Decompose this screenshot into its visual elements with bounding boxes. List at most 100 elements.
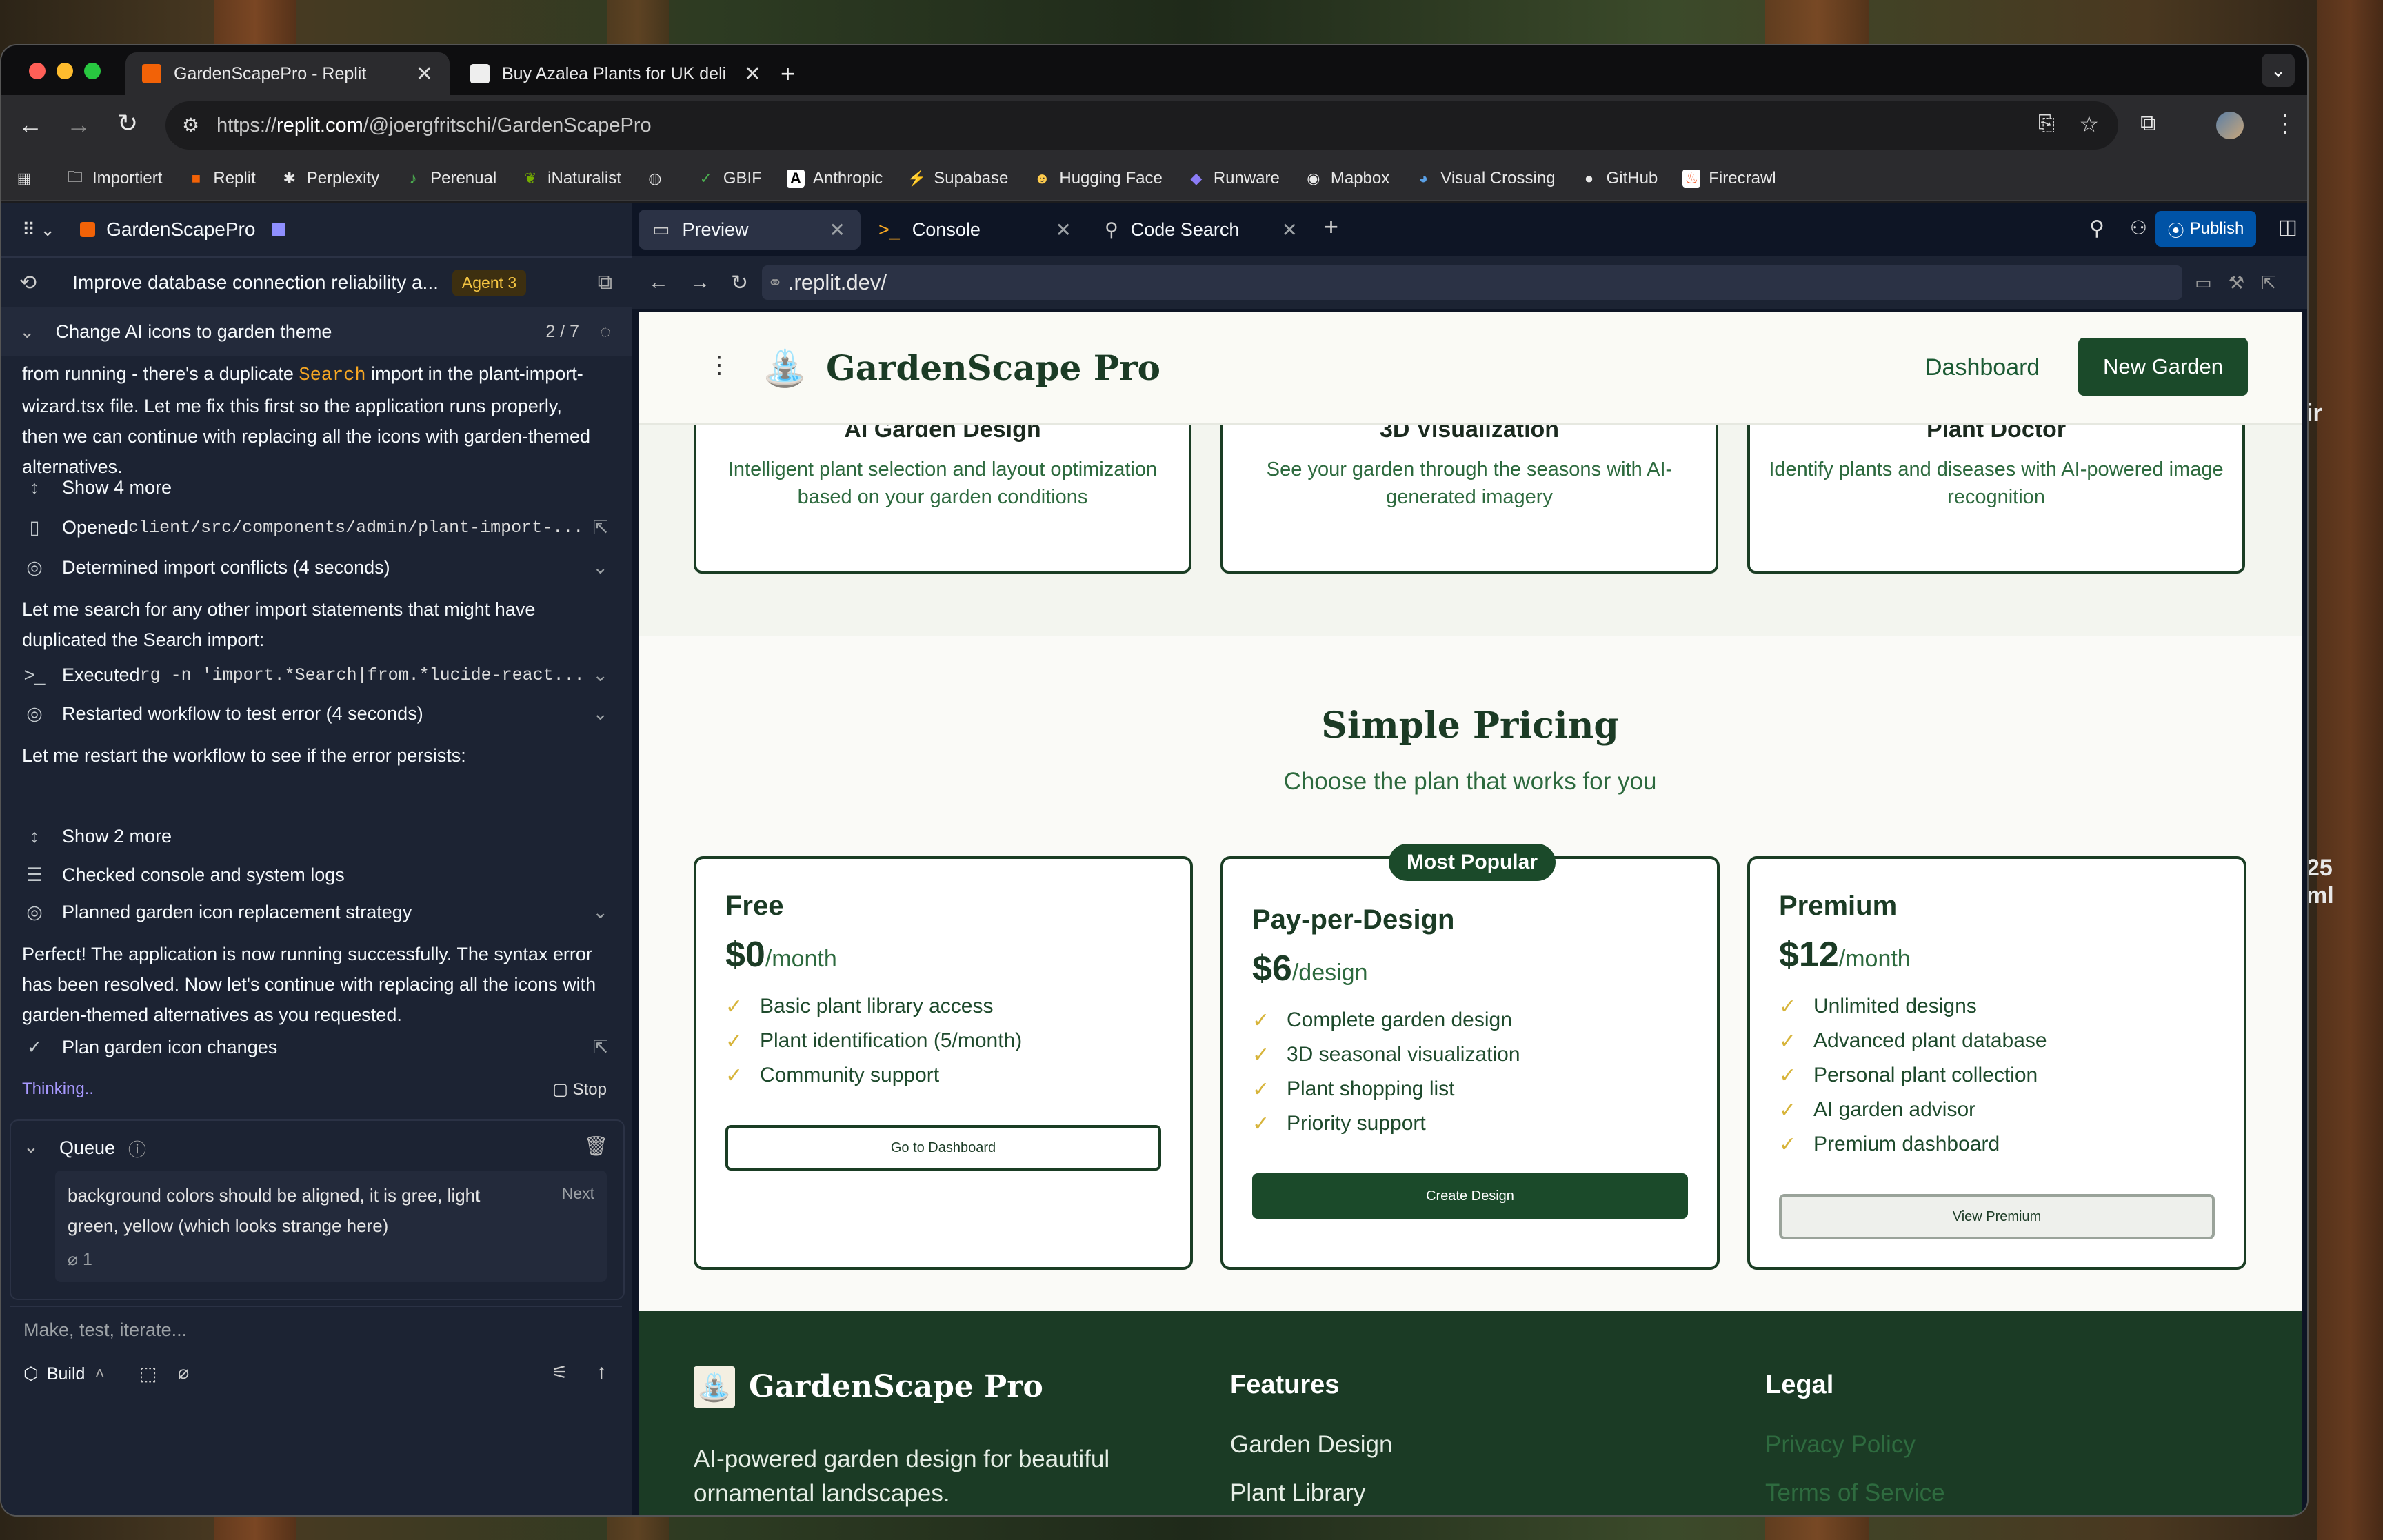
attach-icon[interactable]: ⌀ xyxy=(178,1362,189,1384)
action-restarted[interactable]: ◎ Restarted workflow to test error (4 sec… xyxy=(22,703,615,725)
trash-icon[interactable]: 🗑 xyxy=(583,1135,608,1157)
back-icon[interactable]: ← xyxy=(648,271,669,294)
info-icon[interactable]: ⓘ xyxy=(128,1136,146,1162)
check-icon: ✓ xyxy=(1252,1077,1270,1101)
view-premium-button[interactable]: View Premium xyxy=(1779,1194,2215,1239)
menu-kebab-icon[interactable]: ⋮ xyxy=(707,352,731,379)
plan-task[interactable]: ✓ Plan garden icon changes ⇱ xyxy=(22,1037,615,1058)
create-design-button[interactable]: Create Design xyxy=(1252,1173,1688,1219)
queue-item[interactable]: background colors should be aligned, it … xyxy=(55,1171,607,1282)
cube-icon: ⬡ xyxy=(23,1364,39,1384)
new-garden-button[interactable]: New Garden xyxy=(2078,338,2248,396)
bookmark-gbif[interactable]: ✓ GBIF xyxy=(697,169,762,188)
action-opened-file[interactable]: ▯ Opened client/src/components/admin/plan… xyxy=(22,517,615,538)
tab-search-chevron-icon[interactable]: ⌄ xyxy=(2262,54,2295,87)
action-executed[interactable]: >_ Executed rg -n 'import.*Search|from.*l… xyxy=(22,665,615,686)
minimize-window-button[interactable] xyxy=(57,63,73,79)
chat-input[interactable]: Make, test, iterate... xyxy=(23,1319,187,1341)
action-planned[interactable]: ◎ Planned garden icon replacement strateg… xyxy=(22,902,615,923)
apps-grid-icon[interactable]: ▦ xyxy=(15,170,41,188)
new-tab-icon[interactable]: + xyxy=(781,59,795,88)
forward-icon[interactable]: → xyxy=(690,271,710,294)
nav-dashboard-link[interactable]: Dashboard xyxy=(1925,354,2040,381)
preview-url-input[interactable]: ⚭ .replit.dev/ xyxy=(762,265,2183,300)
bookmark-star-icon[interactable]: ☆ xyxy=(2079,111,2099,137)
show-more-button[interactable]: ↕ Show 4 more xyxy=(22,477,615,498)
new-chat-icon[interactable]: ⧉ xyxy=(598,271,612,294)
stop-button[interactable]: ▢ Stop xyxy=(552,1080,607,1100)
bookmark-visual-crossing[interactable]: ◕ Visual Crossing xyxy=(1414,169,1556,188)
menu-kebab-icon[interactable]: ⋮ xyxy=(2273,109,2297,138)
footer-link-privacy[interactable]: Privacy Policy xyxy=(1765,1431,1916,1459)
tab-code-search[interactable]: ⚲ Code Search ✕ xyxy=(1091,210,1313,250)
layout-toggle-icon[interactable]: ◫ xyxy=(2278,215,2297,239)
tab-gardenscapepro[interactable]: GardenScapePro - Replit ✕ xyxy=(125,52,450,95)
footer-link-plant-library[interactable]: Plant Library xyxy=(1230,1479,1365,1507)
settings-sliders-icon[interactable]: ⚟ xyxy=(552,1362,568,1384)
bookmark-importiert[interactable]: 🗀 Importiert xyxy=(66,168,162,188)
build-mode-button[interactable]: ⬡ Build ˄ xyxy=(23,1364,105,1384)
bookmark-runware[interactable]: ◆ Runware xyxy=(1187,169,1280,188)
bookmark-anthropic[interactable]: A Anthropic xyxy=(786,169,883,188)
open-link-icon[interactable]: ⇱ xyxy=(592,517,608,538)
bookmark-perplexity[interactable]: ✱ Perplexity xyxy=(281,169,380,188)
mapbox-icon: ◉ xyxy=(1307,170,1320,187)
history-icon[interactable]: ⟲ xyxy=(19,271,37,295)
plan-price: $6/design xyxy=(1252,949,1368,989)
select-element-icon[interactable]: ⬚ xyxy=(139,1364,157,1385)
open-link-icon[interactable]: ⇱ xyxy=(592,1037,608,1058)
site-brand[interactable]: GardenScape Pro xyxy=(826,347,1160,388)
go-to-dashboard-button[interactable]: Go to Dashboard xyxy=(725,1125,1161,1171)
search-icon[interactable]: ⚲ xyxy=(2089,216,2104,241)
checkpoint-header[interactable]: ⌄ Change AI icons to garden theme 2 / 7 … xyxy=(1,307,632,356)
bookmark-globe[interactable]: ◍ xyxy=(646,170,672,188)
close-window-button[interactable] xyxy=(29,63,46,79)
close-tab-icon[interactable]: ✕ xyxy=(744,62,761,86)
devices-icon[interactable]: ▭ xyxy=(2195,272,2212,294)
invite-icon[interactable]: ⚇ xyxy=(2130,216,2147,239)
send-arrow-icon[interactable]: ↑ xyxy=(596,1361,607,1384)
chat-title[interactable]: Improve database connection reliability … xyxy=(72,272,439,294)
tab-console[interactable]: >_ Console ✕ xyxy=(865,210,1087,250)
bookmark-hugging-face[interactable]: ☻ Hugging Face xyxy=(1033,169,1163,188)
bookmark-github[interactable]: ● GitHub xyxy=(1580,169,1658,188)
tab-preview[interactable]: ▭ Preview ✕ xyxy=(639,210,861,250)
footer-link-terms[interactable]: Terms of Service xyxy=(1765,1479,1945,1507)
chevron-down-icon[interactable]: ⌄ xyxy=(23,1136,39,1157)
site-settings-icon[interactable]: ⚙ xyxy=(182,114,199,136)
expand-icon: ↕ xyxy=(30,477,39,498)
reload-icon[interactable]: ↻ xyxy=(117,109,138,138)
back-icon[interactable]: ← xyxy=(18,110,43,139)
action-determined[interactable]: ◎ Determined import conflicts (4 seconds)… xyxy=(22,557,615,578)
show-more-button[interactable]: ↕ Show 2 more xyxy=(22,826,615,847)
footer-link-garden-design[interactable]: Garden Design xyxy=(1230,1431,1392,1459)
bookmark-supabase[interactable]: ⚡ Supabase xyxy=(907,169,1009,188)
tab-azalea[interactable]: Buy Azalea Plants for UK deli ✕ xyxy=(454,52,778,95)
install-app-icon[interactable]: ⎘ xyxy=(2038,112,2055,136)
open-new-tab-icon[interactable]: ⇱ xyxy=(2261,272,2276,294)
anthropic-icon: A xyxy=(786,170,805,188)
bookmark-firecrawl[interactable]: ♨ Firecrawl xyxy=(1682,169,1776,188)
features-section: AI Garden Design Intelligent plant select… xyxy=(639,401,2302,636)
close-tab-icon[interactable]: ✕ xyxy=(416,62,433,86)
bookmark-replit[interactable]: ■ Replit xyxy=(187,169,256,188)
close-tab-icon[interactable]: ✕ xyxy=(829,219,845,241)
replit-menu-icon[interactable]: ⠿ ⌄ xyxy=(22,219,55,241)
project-name[interactable]: GardenScapePro xyxy=(106,219,255,241)
bookmark-mapbox[interactable]: ◉ Mapbox xyxy=(1305,169,1389,188)
profile-avatar[interactable] xyxy=(2216,112,2244,139)
address-bar[interactable]: ⚙ https://replit.com/@joergfritschi/Gard… xyxy=(165,101,2118,150)
bookmark-perenual[interactable]: ♪ Perenual xyxy=(404,169,497,188)
extensions-icon[interactable]: ⧉ xyxy=(2140,110,2156,136)
gbif-icon: ✓ xyxy=(699,170,713,187)
close-tab-icon[interactable]: ✕ xyxy=(1282,219,1298,241)
add-tab-icon[interactable]: + xyxy=(1324,212,1338,241)
devtools-icon[interactable]: ⚒ xyxy=(2229,272,2244,294)
close-tab-icon[interactable]: ✕ xyxy=(1056,219,1072,241)
maximize-window-button[interactable] xyxy=(84,63,101,79)
forward-icon[interactable]: → xyxy=(66,110,91,139)
reload-icon[interactable]: ↻ xyxy=(731,271,748,295)
action-checked-logs[interactable]: ☰ Checked console and system logs xyxy=(22,864,615,886)
publish-button[interactable]: ⦿ Publish xyxy=(2155,211,2256,247)
bookmark-inaturalist[interactable]: ❦ iNaturalist xyxy=(521,169,621,188)
